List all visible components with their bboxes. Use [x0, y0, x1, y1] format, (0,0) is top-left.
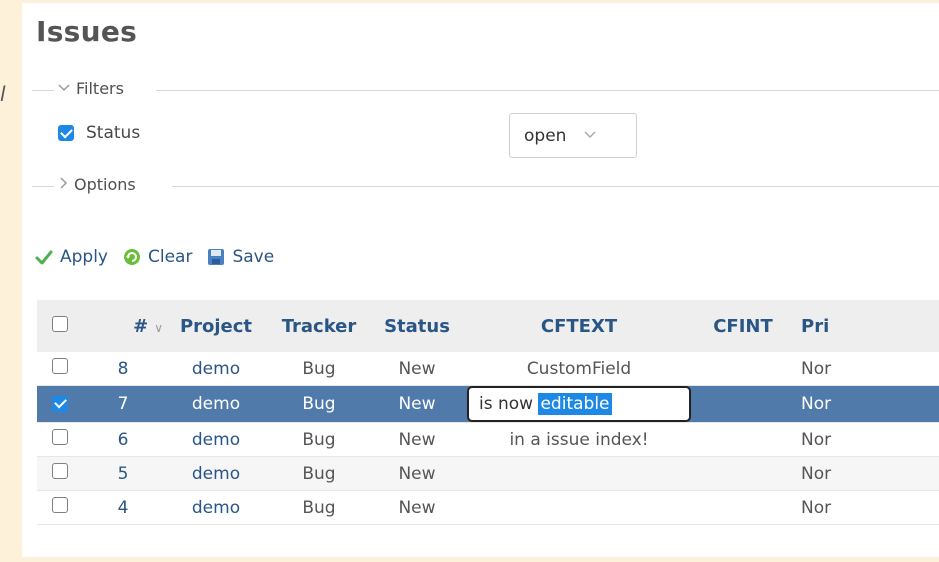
project-link[interactable]: demo: [163, 457, 269, 491]
status-filter-label: Status: [86, 123, 141, 143]
priority-cell: Nor: [801, 463, 832, 484]
tracker-cell: Bug: [302, 394, 336, 414]
row-checkbox[interactable]: [52, 463, 68, 479]
status-filter-checkbox[interactable]: [58, 125, 74, 141]
status-cell: New: [398, 394, 436, 414]
row-checkbox[interactable]: [52, 429, 68, 445]
cfint-cell[interactable]: [693, 352, 793, 386]
status-cell: New: [398, 497, 436, 518]
priority-cell: Nor: [801, 358, 832, 379]
table-row-selected[interactable]: 7 demo Bug New is now editable Nor: [37, 385, 939, 423]
apply-link[interactable]: Apply: [34, 247, 108, 267]
issues-table: # ∨ Project Tracker Status CFTEXT CFINT P…: [37, 300, 939, 525]
apply-label: Apply: [60, 247, 108, 267]
column-header-cfint[interactable]: CFINT: [693, 300, 793, 352]
chevron-down-icon: [58, 81, 70, 96]
table-row[interactable]: 6 demo Bug New in a issue index! Nor: [37, 422, 939, 457]
issue-id-link[interactable]: 7: [83, 386, 163, 423]
save-link[interactable]: Save: [206, 247, 274, 267]
row-checkbox[interactable]: [52, 358, 68, 374]
sort-chevron-down-icon: ∨: [154, 320, 163, 335]
issue-id-link[interactable]: 4: [83, 491, 163, 525]
filters-legend-label: Filters: [76, 79, 124, 98]
row-checkbox[interactable]: [52, 497, 68, 513]
select-all-cell[interactable]: [37, 300, 83, 352]
cftext-cell[interactable]: [465, 491, 693, 525]
cftext-cell[interactable]: in a issue index!: [465, 423, 693, 457]
cftext-cell[interactable]: is now editable: [465, 386, 693, 423]
tracker-cell: Bug: [302, 358, 336, 379]
issue-id-link[interactable]: 8: [83, 352, 163, 386]
cfint-cell[interactable]: [693, 423, 793, 457]
cftext-cell[interactable]: CustomField: [465, 352, 693, 386]
checkmark-icon: [34, 247, 54, 267]
table-header-row: # ∨ Project Tracker Status CFTEXT CFINT P…: [37, 300, 939, 352]
chevron-right-icon: [60, 176, 68, 193]
filters-legend[interactable]: Filters: [58, 79, 124, 98]
cftext-cell[interactable]: [465, 457, 693, 491]
table-row[interactable]: 4 demo Bug New Nor: [37, 490, 939, 525]
issue-id-link[interactable]: 5: [83, 457, 163, 491]
page-title: Issues: [36, 15, 138, 48]
priority-cell: Nor: [801, 429, 832, 450]
cftext-input-text: is now: [479, 394, 539, 414]
save-disk-icon: [206, 247, 226, 267]
column-header-status[interactable]: Status: [369, 300, 465, 352]
select-all-checkbox[interactable]: [52, 315, 68, 332]
clear-label: Clear: [148, 247, 193, 267]
options-legend[interactable]: Options: [60, 175, 136, 194]
row-checkbox-cell[interactable]: [37, 423, 83, 457]
options-legend-line-right: [172, 186, 939, 187]
priority-cell: Nor: [801, 497, 832, 518]
table-row[interactable]: 8 demo Bug New CustomField Nor: [37, 352, 939, 386]
options-legend-label: Options: [74, 175, 136, 194]
clear-link[interactable]: Clear: [122, 247, 192, 267]
column-header-priority[interactable]: Pri: [793, 300, 939, 352]
filters-legend-line-left: [32, 90, 54, 91]
status-operator-select[interactable]: open: [509, 113, 637, 158]
status-operator-value: open: [524, 125, 567, 146]
row-checkbox-cell[interactable]: [37, 386, 83, 423]
row-checkbox[interactable]: [52, 395, 68, 412]
stray-edge-glyph: l: [0, 82, 6, 106]
status-cell: New: [398, 463, 436, 484]
status-cell: New: [398, 358, 436, 379]
project-link[interactable]: demo: [163, 491, 269, 525]
project-link[interactable]: demo: [163, 352, 269, 386]
cftext-selected-text: editable: [538, 393, 612, 415]
column-header-id[interactable]: # ∨: [83, 300, 163, 352]
cfint-cell[interactable]: [693, 457, 793, 491]
column-header-cftext[interactable]: CFTEXT: [465, 300, 693, 352]
cftext-inline-edit-input[interactable]: is now editable: [467, 386, 691, 422]
refresh-icon: [122, 247, 142, 267]
save-label: Save: [232, 247, 275, 267]
priority-cell: Nor: [801, 394, 832, 414]
column-header-id-label: #: [133, 315, 149, 337]
options-legend-line-left: [32, 186, 54, 187]
project-link[interactable]: demo: [163, 423, 269, 457]
project-link[interactable]: demo: [163, 386, 269, 423]
row-checkbox-cell[interactable]: [37, 491, 83, 525]
issues-table-wrap: # ∨ Project Tracker Status CFTEXT CFINT P…: [37, 300, 939, 525]
cfint-cell[interactable]: [693, 386, 793, 423]
tracker-cell: Bug: [302, 497, 336, 518]
row-checkbox-cell[interactable]: [37, 457, 83, 491]
issues-panel: Issues Filters Status open Options Apply: [22, 3, 939, 557]
tracker-cell: Bug: [302, 463, 336, 484]
status-cell: New: [398, 429, 436, 450]
table-row[interactable]: 5 demo Bug New Nor: [37, 456, 939, 491]
status-filter-row: Status: [58, 123, 140, 143]
tracker-cell: Bug: [302, 429, 336, 450]
column-header-project[interactable]: Project: [163, 300, 269, 352]
column-header-tracker[interactable]: Tracker: [269, 300, 369, 352]
issue-id-link[interactable]: 6: [83, 423, 163, 457]
chevron-down-icon: [584, 128, 596, 143]
query-actions: Apply Clear Save: [34, 247, 288, 267]
cfint-cell[interactable]: [693, 491, 793, 525]
row-checkbox-cell[interactable]: [37, 352, 83, 386]
filters-legend-line-right: [156, 90, 939, 91]
